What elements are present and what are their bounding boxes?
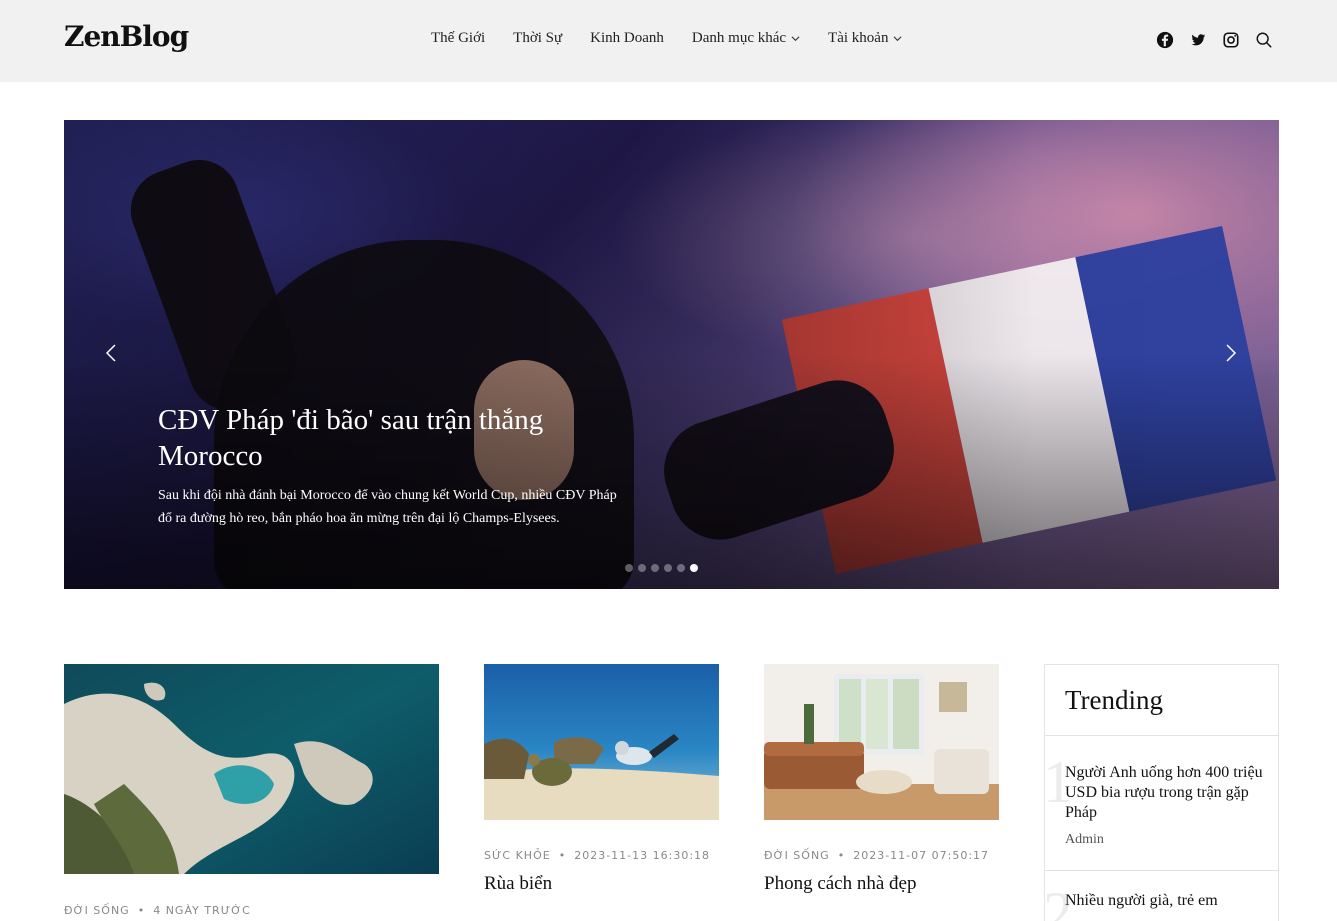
site-header: ZenBlog Thế Giới Thời Sự Kinh Doanh Danh…: [0, 0, 1337, 82]
post-category[interactable]: Đời sống: [64, 904, 130, 917]
trending-title[interactable]: Nhiều người già, trẻ em: [1065, 891, 1265, 911]
post-meta: Đời sống • 4 ngày trước: [64, 904, 251, 917]
main-nav: Thế Giới Thời Sự Kinh Doanh Danh mục khá…: [431, 30, 902, 47]
chevron-down-icon: [893, 36, 902, 42]
hero-slider[interactable]: CĐV Pháp 'đi bão' sau trận thắng Morocco…: [64, 120, 1279, 589]
post-category[interactable]: Sức khỏe: [484, 849, 551, 862]
slider-dot[interactable]: [651, 564, 659, 572]
post-thumbnail[interactable]: [484, 664, 719, 820]
nav-item-kinh-doanh[interactable]: Kinh Doanh: [590, 30, 664, 47]
chevron-down-icon: [791, 36, 800, 42]
post-meta: Đời sống • 2023-11-07 07:50:17: [764, 849, 990, 862]
hero-title[interactable]: CĐV Pháp 'đi bão' sau trận thắng Morocco: [158, 402, 618, 474]
post-thumbnail[interactable]: [764, 664, 999, 820]
facebook-icon[interactable]: [1156, 31, 1174, 49]
nav-item-label: Kinh Doanh: [590, 30, 664, 46]
nav-item-the-gioi[interactable]: Thế Giới: [431, 30, 485, 47]
post-date: 2023-11-13 16:30:18: [574, 849, 711, 862]
post-title[interactable]: Rùa biển: [484, 873, 552, 895]
slider-dot[interactable]: [677, 564, 685, 572]
nav-item-label: Tài khoản: [828, 30, 889, 46]
nav-item-label: Danh mục khác: [691, 30, 787, 46]
divider: [1045, 870, 1278, 871]
hero-description: Sau khi đội nhà đánh bại Morocco để vào …: [158, 488, 617, 526]
post-date: 2023-11-07 07:50:17: [853, 849, 990, 862]
nav-item-label: Thời Sự: [513, 30, 563, 46]
instagram-icon[interactable]: [1222, 31, 1240, 49]
aerial-coast-image: [64, 664, 439, 874]
slider-pagination: [625, 564, 698, 572]
trending-title[interactable]: Người Anh uống hơn 400 triệu USD bia rượ…: [1065, 763, 1265, 823]
post-date: 4 ngày trước: [153, 904, 251, 917]
trending-author[interactable]: Admin: [1065, 832, 1104, 848]
next-slide-arrow-icon[interactable]: [1224, 343, 1238, 363]
post-category[interactable]: Đời sống: [764, 849, 830, 862]
post-title[interactable]: Phong cách nhà đẹp: [764, 873, 916, 895]
slider-dot[interactable]: [638, 564, 646, 572]
nav-item-tai-khoan[interactable]: Tài khoản: [828, 30, 902, 47]
post-meta: Sức khỏe • 2023-11-13 16:30:18: [484, 849, 711, 862]
nav-item-thoi-su[interactable]: Thời Sự: [513, 30, 562, 47]
slider-dot[interactable]: [664, 564, 672, 572]
twitter-icon[interactable]: [1189, 31, 1207, 49]
search-icon[interactable]: [1255, 31, 1273, 49]
divider: [1045, 735, 1278, 736]
nav-item-label: Thế Giới: [431, 30, 486, 46]
nav-item-danh-muc-khac[interactable]: Danh mục khác: [692, 30, 800, 47]
sea-turtle-image: [484, 664, 719, 820]
living-room-image: [764, 664, 999, 820]
slider-dot[interactable]: [625, 564, 633, 572]
social-links: [1156, 31, 1273, 49]
site-logo[interactable]: ZenBlog: [64, 20, 189, 53]
post-thumbnail[interactable]: [64, 664, 439, 874]
trending-heading: Trending: [1065, 685, 1164, 715]
slider-dot-active[interactable]: [690, 564, 698, 572]
prev-slide-arrow-icon[interactable]: [104, 343, 118, 363]
trending-widget: Trending 1 Người Anh uống hơn 400 triệu …: [1043, 664, 1279, 921]
